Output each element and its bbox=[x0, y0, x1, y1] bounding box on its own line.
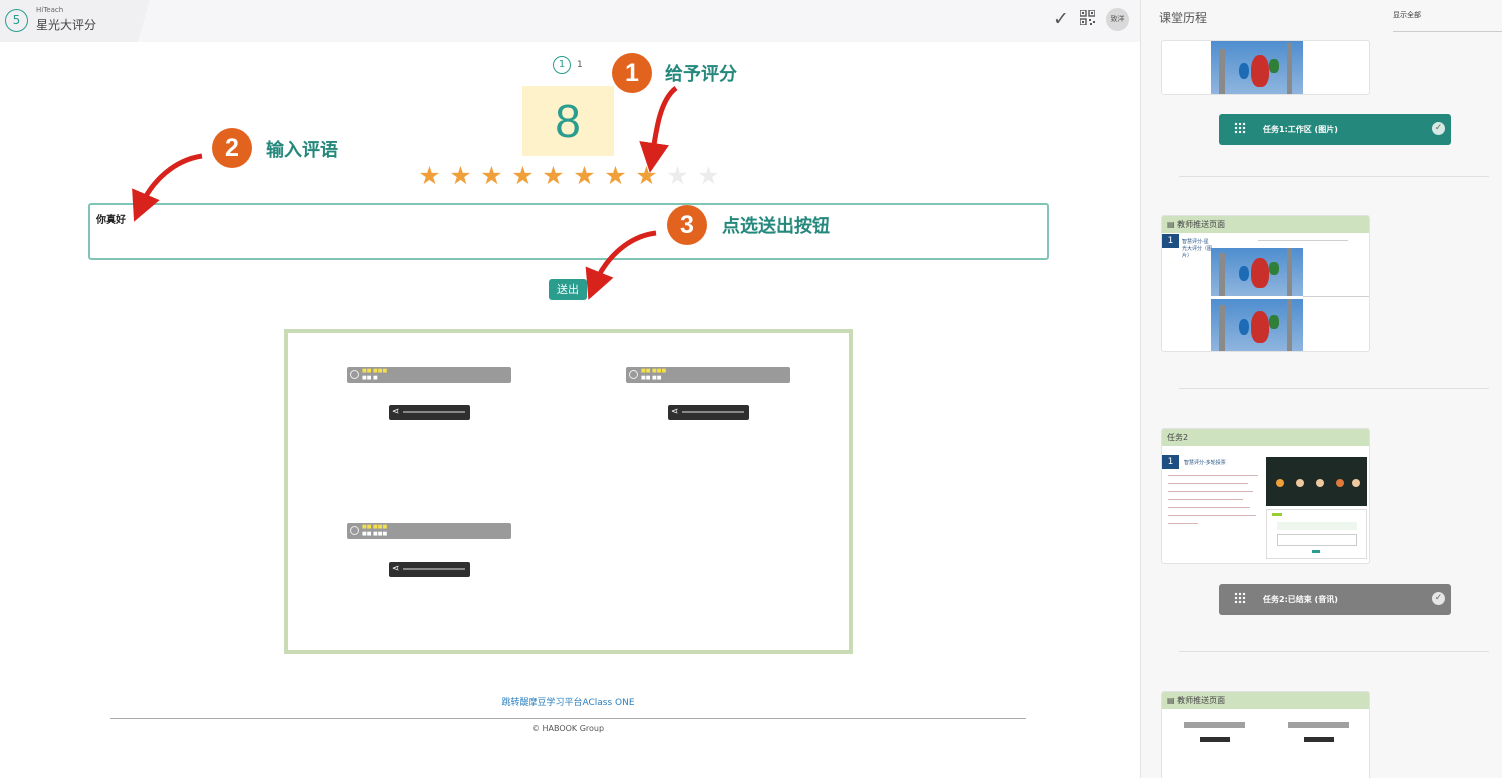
callout-text-2: 输入评语 bbox=[266, 140, 338, 161]
lesson-history-panel: 课堂历程 显示全部 任务1:工作区 (图片) ✓ ▤ 教师推送页面 1 智慧评分… bbox=[1140, 0, 1502, 778]
copyright: © HABOOK Group bbox=[531, 724, 605, 733]
star-icon[interactable]: ★ bbox=[414, 162, 445, 190]
score-display: 8 bbox=[522, 86, 614, 156]
history-card-teacher-push[interactable]: ▤ 教师推送页面 1 智慧评分-星光大评分（图片） bbox=[1161, 215, 1370, 352]
star-icon[interactable]: ★ bbox=[445, 162, 476, 190]
parrot-image bbox=[1211, 248, 1303, 296]
comment-input[interactable]: 你真好 bbox=[88, 203, 1049, 260]
callout-badge-1: 1 bbox=[612, 53, 652, 93]
question-count: 1 bbox=[577, 60, 583, 70]
footer-divider bbox=[110, 718, 1026, 719]
document-icon: ▤ bbox=[1167, 220, 1178, 229]
task-1-item[interactable]: 任务1:工作区 (图片) ✓ bbox=[1219, 114, 1451, 145]
star-icon[interactable]: ★ bbox=[569, 162, 600, 190]
share-icon: ⋖ bbox=[671, 407, 679, 417]
card-header: ▤ 教师推送页面 bbox=[1162, 692, 1369, 709]
question-index-badge: 1 bbox=[553, 56, 571, 74]
work-card-header: ■■ ■■■ ■■ ■■■ bbox=[347, 523, 511, 539]
share-bar[interactable]: ⋖ bbox=[668, 405, 749, 420]
callout-badge-3: 3 bbox=[667, 205, 707, 245]
parrot-image bbox=[1211, 299, 1303, 351]
work-card-header: ■■ ■■■ ■■ ■ bbox=[347, 367, 511, 383]
panel-title: 课堂历程 bbox=[1159, 11, 1208, 25]
student-work-preview: ■■ ■■■ ■■ ■ ⋖ ■■ ■■■ ■■ ■■ ⋖ ■■ ■■■ ■■ ■… bbox=[284, 329, 853, 654]
step-badge: 5 bbox=[5, 9, 28, 32]
history-card-task-2[interactable]: 任务2 1 智慧评分-多轮投票 bbox=[1161, 428, 1370, 564]
qr-code-icon[interactable] bbox=[1080, 10, 1095, 25]
task-2-item[interactable]: 任务2:已结束 (音讯) ✓ bbox=[1219, 584, 1451, 615]
star-icon[interactable]: ★ bbox=[476, 162, 507, 190]
card-header: 任务2 bbox=[1162, 429, 1369, 446]
info-icon bbox=[629, 370, 638, 379]
star-icon[interactable]: ★ bbox=[693, 162, 724, 190]
callout-text-3: 点选送出按钮 bbox=[722, 216, 830, 237]
share-bar[interactable]: ⋖ bbox=[389, 562, 470, 577]
grid-icon bbox=[1234, 592, 1246, 604]
share-bar[interactable]: ⋖ bbox=[389, 405, 470, 420]
main-content: 1 1 8 ★ ★ ★ ★ ★ ★ ★ ★ ★ ★ 你真好 送出 ■■ ■■■ ■■ ■ ⋖ ■■… bbox=[0, 42, 1140, 778]
document-icon: ▤ bbox=[1167, 696, 1178, 705]
share-icon: ⋖ bbox=[392, 407, 400, 417]
app-brand[interactable]: 5 HiTeach 星光大评分 bbox=[0, 0, 150, 42]
star-icon[interactable]: ★ bbox=[507, 162, 538, 190]
info-icon bbox=[350, 526, 359, 535]
work-card-header: ■■ ■■■ ■■ ■■ bbox=[626, 367, 790, 383]
show-all-toggle[interactable]: 显示全部 bbox=[1393, 10, 1421, 20]
brand-subtitle: HiTeach bbox=[36, 6, 64, 14]
info-icon bbox=[350, 370, 359, 379]
top-bar: 5 HiTeach 星光大评分 ✓ 致洋 bbox=[0, 0, 1140, 42]
star-icon[interactable]: ★ bbox=[600, 162, 631, 190]
card-header: ▤ 教师推送页面 bbox=[1162, 216, 1369, 233]
callout-badge-2: 2 bbox=[212, 128, 252, 168]
history-card-teacher-push-2[interactable]: ▤ 教师推送页面 bbox=[1161, 691, 1370, 778]
aclass-link[interactable]: 跳转醍摩豆学习平台AClass ONE bbox=[0, 695, 1136, 708]
history-card-photo[interactable] bbox=[1161, 40, 1370, 95]
star-icon[interactable]: ★ bbox=[538, 162, 569, 190]
star-rating[interactable]: ★ ★ ★ ★ ★ ★ ★ ★ ★ ★ bbox=[414, 162, 724, 190]
check-circle-icon: ✓ bbox=[1432, 592, 1445, 605]
send-button[interactable]: 送出 bbox=[549, 279, 587, 300]
check-circle-icon: ✓ bbox=[1432, 122, 1445, 135]
checkmark-icon[interactable]: ✓ bbox=[1053, 8, 1069, 30]
parrot-image bbox=[1211, 41, 1303, 94]
share-icon: ⋖ bbox=[392, 564, 400, 574]
star-icon[interactable]: ★ bbox=[662, 162, 693, 190]
user-avatar[interactable]: 致洋 bbox=[1106, 8, 1129, 31]
screenshot-thumb bbox=[1266, 509, 1367, 559]
star-icon[interactable]: ★ bbox=[631, 162, 662, 190]
callout-text-1: 给予评分 bbox=[665, 64, 737, 85]
brand-title: 星光大评分 bbox=[36, 18, 97, 32]
grid-icon bbox=[1234, 122, 1246, 134]
screenshot-thumb bbox=[1266, 457, 1367, 506]
